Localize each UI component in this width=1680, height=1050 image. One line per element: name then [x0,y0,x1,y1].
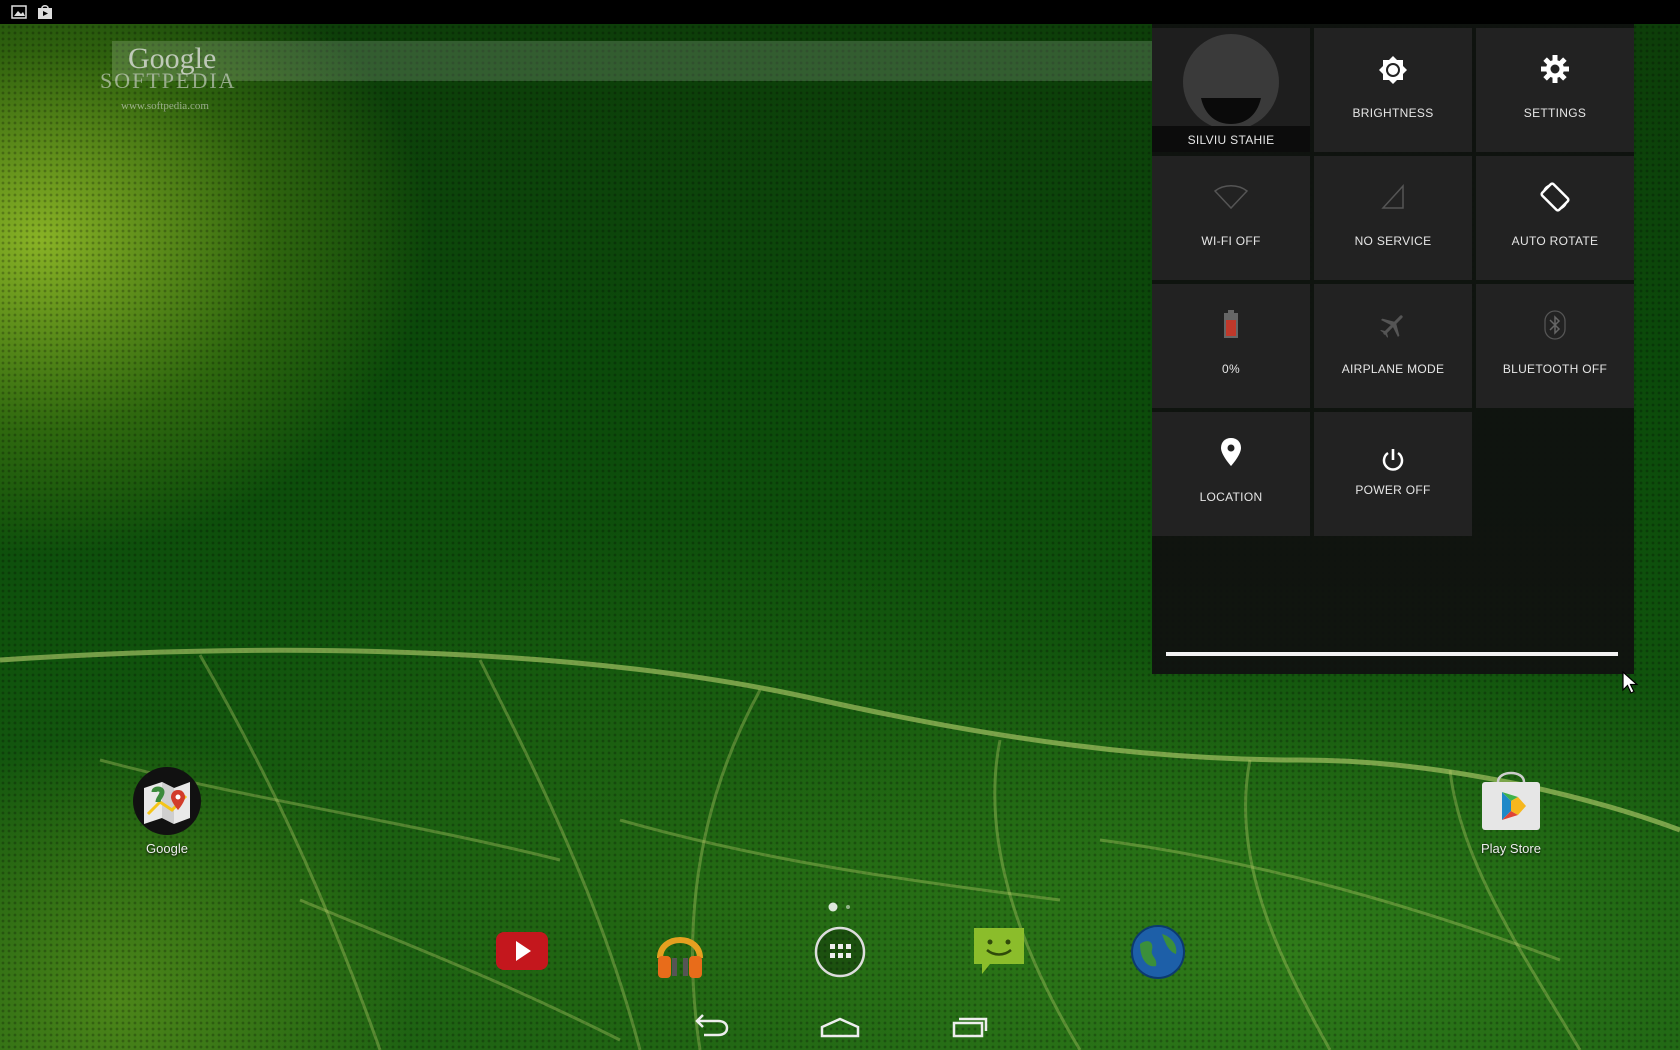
google-app-label: Google [146,841,188,856]
power-off-label: POWER OFF [1355,483,1431,497]
wifi-label: WI-FI OFF [1201,234,1261,248]
location-pin-icon [1221,438,1241,466]
airplane-mode-label: AIRPLANE MODE [1341,362,1445,376]
back-icon[interactable] [694,1014,730,1038]
youtube-icon[interactable] [494,926,550,976]
battery-tile[interactable]: 0% [1152,284,1310,408]
messaging-icon[interactable] [972,924,1026,976]
watermark-logo: SOFTPEDIA [100,68,237,93]
brightness-tile[interactable]: BRIGHTNESS [1314,28,1472,152]
browser-globe-icon[interactable] [1130,924,1186,980]
navigation-bar [0,1000,1680,1050]
store-notification-icon [38,5,52,19]
settings-tile[interactable]: SETTINGS [1476,28,1634,152]
location-tile[interactable]: LOCATION [1152,412,1310,536]
location-label: LOCATION [1199,490,1263,504]
music-icon[interactable] [652,924,708,980]
auto-rotate-icon [1540,182,1570,212]
battery-empty-icon [1224,310,1238,338]
mouse-cursor-icon [1622,671,1639,694]
user-tile[interactable]: SILVIU STAHIE [1152,28,1310,152]
wifi-tile[interactable]: WI-FI OFF [1152,156,1310,280]
google-maps-icon [133,767,201,835]
airplane-mode-tile[interactable]: AIRPLANE MODE [1314,284,1472,408]
power-icon [1382,449,1404,471]
page-dot-active [828,902,838,912]
signal-tile[interactable]: NO SERVICE [1314,156,1472,280]
bluetooth-label: BLUETOOTH OFF [1502,362,1608,376]
avatar-icon [1201,98,1261,124]
settings-label: SETTINGS [1523,106,1587,120]
brightness-label: BRIGHTNESS [1352,106,1434,120]
user-name: SILVIU STAHIE [1187,133,1275,147]
play-store-app-label: Play Store [1481,841,1541,856]
signal-label: NO SERVICE [1354,234,1432,248]
airplane-icon [1380,315,1403,338]
status-bar [0,0,1680,24]
watermark-url: www.softpedia.com [121,100,209,112]
settings-gear-icon [1541,55,1569,83]
recents-icon[interactable] [952,1014,988,1038]
play-store-shortcut[interactable]: Play Store [1478,768,1544,856]
user-avatar [1183,34,1279,130]
wifi-off-icon [1214,185,1248,210]
bluetooth-tile[interactable]: BLUETOOTH OFF [1476,284,1634,408]
user-name-bar: SILVIU STAHIE [1152,126,1310,152]
battery-label: 0% [1222,362,1240,376]
brightness-icon [1379,56,1407,84]
screenshot-notification-icon [11,5,27,19]
auto-rotate-tile[interactable]: AUTO ROTATE [1476,156,1634,280]
quick-settings-handle-bar[interactable] [1166,652,1618,656]
bluetooth-off-icon [1544,310,1566,340]
home-icon[interactable] [820,1016,860,1038]
quick-settings-panel: SILVIU STAHIE BRIGHTNESS SETTINGS WI-FI … [1152,24,1634,674]
page-dot [846,905,850,909]
no-signal-icon [1381,184,1404,209]
auto-rotate-label: AUTO ROTATE [1511,234,1599,248]
all-apps-icon[interactable] [814,926,866,978]
page-indicator [828,902,850,912]
play-store-icon [1482,771,1540,830]
search-bar[interactable] [112,41,1152,81]
google-maps-shortcut[interactable]: Google [132,766,202,856]
power-off-tile[interactable]: POWER OFF [1314,412,1472,536]
